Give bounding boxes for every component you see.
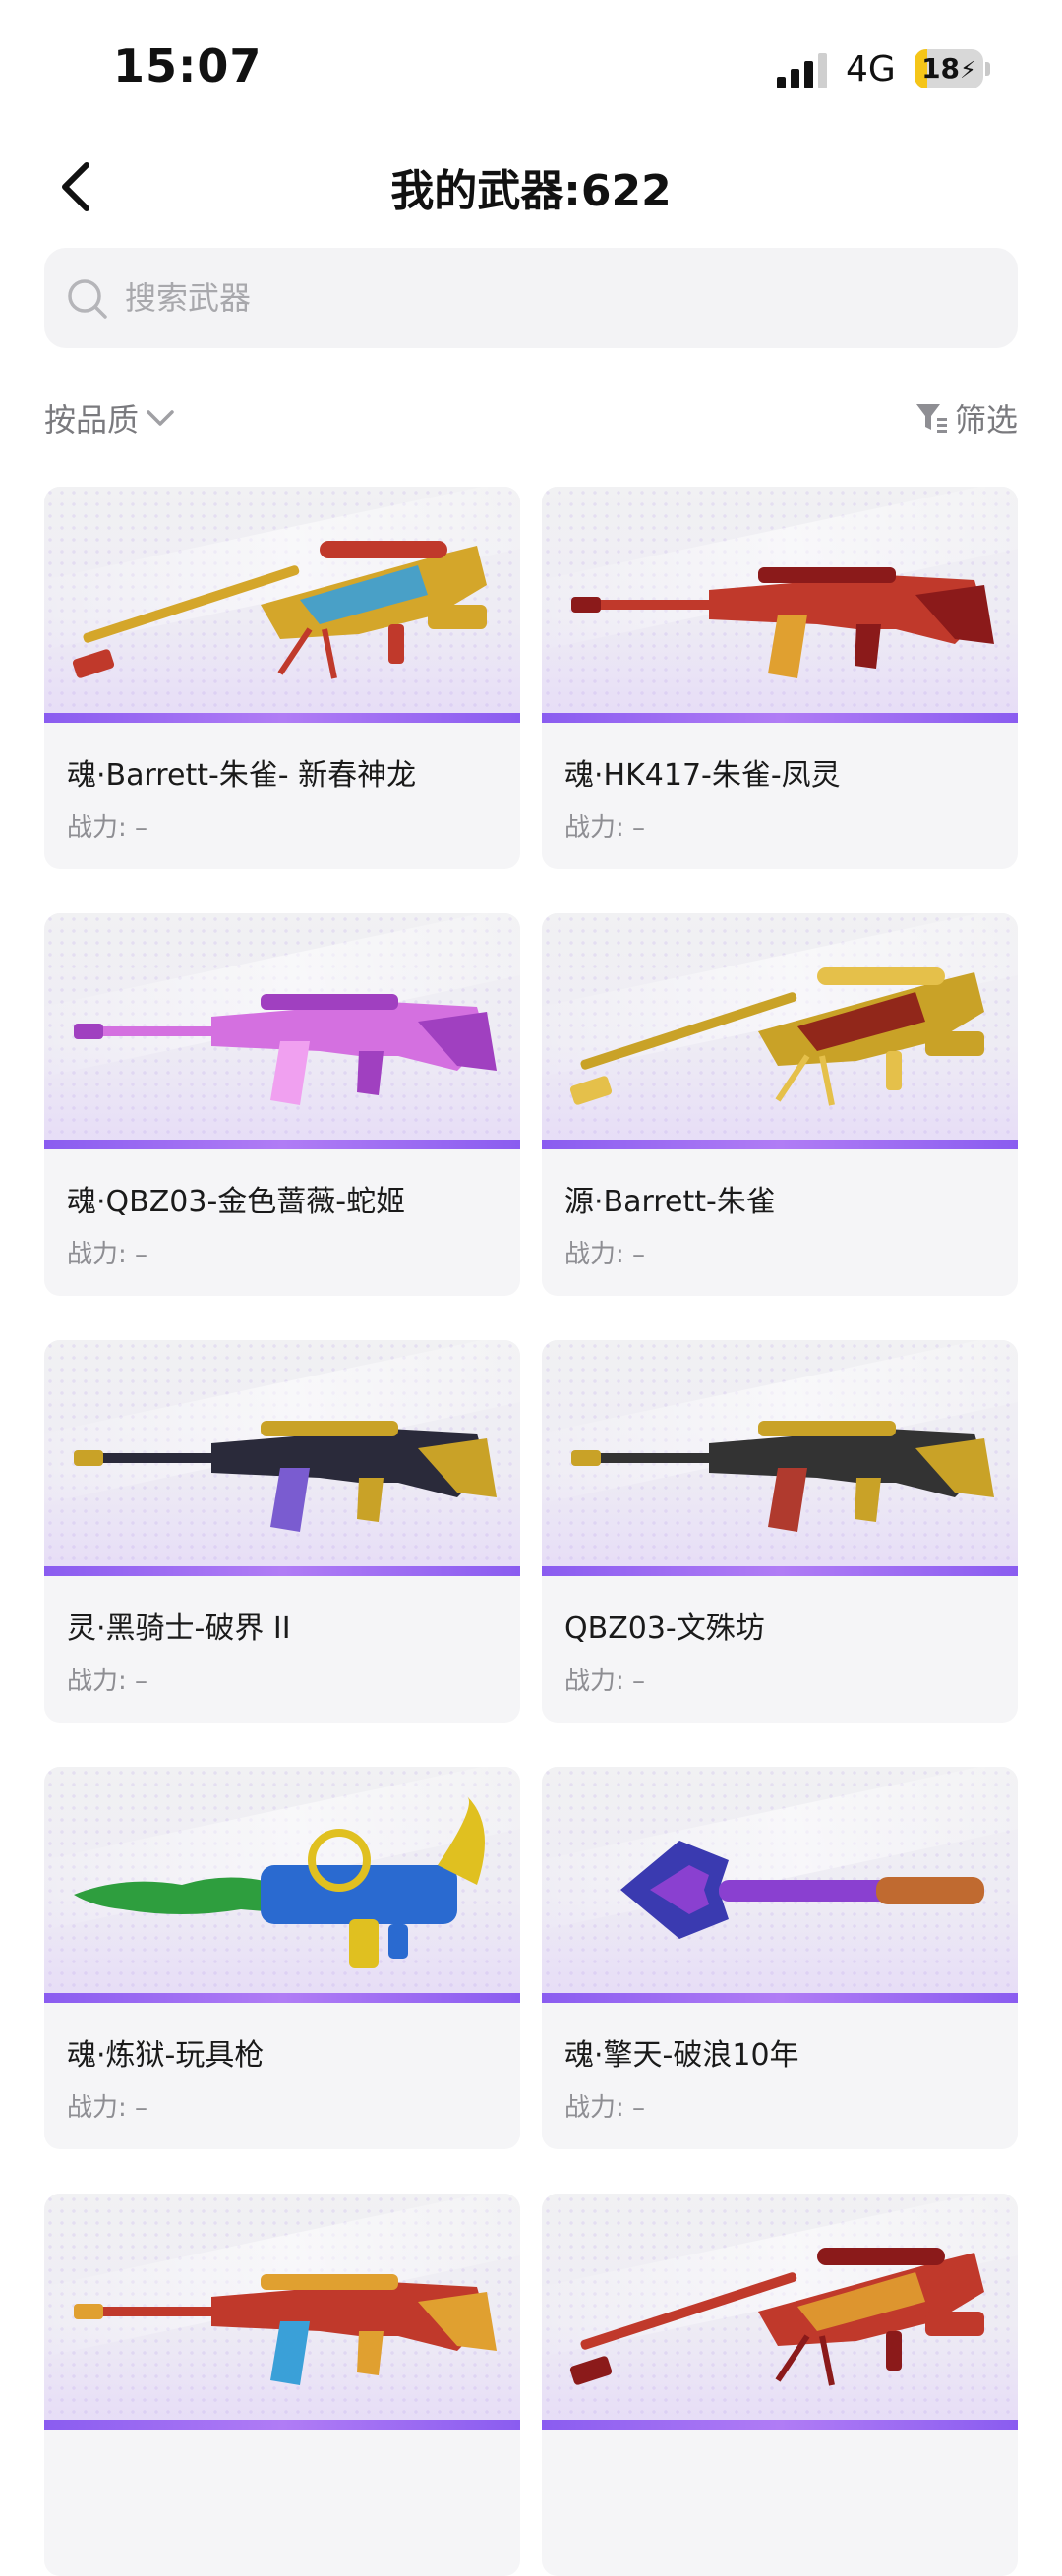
- search-input[interactable]: [115, 248, 1000, 348]
- weapon-card[interactable]: [542, 2194, 1018, 2576]
- weapon-power: 战力: –: [67, 1234, 148, 1270]
- weapon-card[interactable]: 灵·黑骑士-破界 II 战力: –: [44, 1340, 520, 1723]
- rarity-bar: [44, 1140, 520, 1149]
- weapon-icon: [74, 2274, 497, 2385]
- power-label: 战力:: [67, 1240, 127, 1269]
- weapon-image: [44, 487, 520, 723]
- weapon-image: [542, 2194, 1018, 2430]
- power-label: 战力:: [564, 813, 624, 843]
- rarity-bar: [542, 1140, 1018, 1149]
- weapon-card[interactable]: 魂·HK417-朱雀-凤灵 战力: –: [542, 487, 1018, 869]
- power-value: –: [632, 813, 646, 843]
- rarity-bar: [44, 1993, 520, 2003]
- weapon-name: 灵·黑骑士-破界 II: [67, 1611, 291, 1646]
- weapon-card[interactable]: 魂·QBZ03-金色蔷薇-蛇姬 战力: –: [44, 913, 520, 1296]
- weapon-name: 魂·HK417-朱雀-凤灵: [564, 758, 841, 792]
- weapon-icon: [74, 994, 497, 1105]
- weapon-power: 战力: –: [67, 2087, 148, 2124]
- weapon-power: 战力: –: [67, 807, 148, 844]
- battery-percent: 18⚡: [921, 52, 976, 85]
- weapon-card[interactable]: QBZ03-文殊坊 战力: –: [542, 1340, 1018, 1723]
- weapon-power: 战力: –: [564, 1661, 645, 1697]
- weapon-name: QBZ03-文殊坊: [564, 1611, 765, 1646]
- rarity-bar: [542, 1566, 1018, 1576]
- weapon-name: 魂·擎天-破浪10年: [564, 2038, 799, 2073]
- weapon-name: 源·Barrett-朱雀: [564, 1185, 776, 1219]
- weapon-image: [44, 2194, 520, 2430]
- weapon-icon: [620, 1841, 984, 1939]
- weapon-name: 魂·Barrett-朱雀- 新春神龙: [67, 758, 417, 792]
- weapon-icon: [569, 967, 984, 1106]
- search-icon: [68, 279, 107, 319]
- power-label: 战力:: [67, 2093, 127, 2123]
- rarity-bar: [542, 2420, 1018, 2430]
- power-label: 战力:: [564, 2093, 624, 2123]
- power-value: –: [632, 1667, 646, 1696]
- battery-icon: 18⚡: [914, 49, 991, 90]
- weapon-icon: [571, 1421, 994, 1532]
- power-value: –: [135, 1240, 148, 1269]
- weapon-image: [44, 913, 520, 1149]
- weapon-image: [542, 487, 1018, 723]
- rarity-bar: [44, 713, 520, 723]
- weapon-icon: [571, 567, 994, 678]
- filter-label: 筛选: [954, 401, 1018, 439]
- weapon-image: [542, 1340, 1018, 1576]
- weapon-image: [542, 1767, 1018, 2003]
- status-bar: 15:07 4G 18⚡: [0, 0, 1062, 138]
- sort-label: 按品质: [44, 401, 140, 439]
- weapon-name: 魂·炼狱-玩具枪: [67, 2038, 265, 2073]
- rarity-bar: [542, 713, 1018, 723]
- weapon-image: [44, 1767, 520, 2003]
- weapon-icon: [569, 2248, 984, 2386]
- weapon-icon: [74, 1421, 497, 1532]
- filter-button[interactable]: 筛选: [914, 393, 1018, 442]
- rarity-bar: [44, 1566, 520, 1576]
- power-label: 战力:: [67, 1667, 127, 1696]
- weapon-card[interactable]: 魂·炼狱-玩具枪 战力: –: [44, 1767, 520, 2149]
- weapon-power: 战力: –: [564, 2087, 645, 2124]
- weapon-card[interactable]: 源·Barrett-朱雀 战力: –: [542, 913, 1018, 1296]
- weapon-icon: [74, 1796, 485, 1968]
- signal-icon: [777, 53, 827, 88]
- rarity-bar: [542, 1993, 1018, 2003]
- power-value: –: [135, 1667, 148, 1696]
- search-box[interactable]: [44, 248, 1018, 348]
- power-label: 战力:: [564, 1240, 624, 1269]
- status-time: 15:07: [113, 39, 263, 92]
- weapon-image: [542, 913, 1018, 1149]
- rarity-bar: [44, 2420, 520, 2430]
- filter-icon: [915, 404, 947, 433]
- weapon-name: 魂·QBZ03-金色蔷薇-蛇姬: [67, 1185, 406, 1219]
- power-value: –: [135, 2093, 148, 2123]
- weapon-card[interactable]: 魂·擎天-破浪10年 战力: –: [542, 1767, 1018, 2149]
- weapon-power: 战力: –: [564, 1234, 645, 1270]
- weapon-image: [44, 1340, 520, 1576]
- page-title: 我的武器:622: [390, 166, 672, 216]
- power-value: –: [135, 813, 148, 843]
- weapon-power: 战力: –: [564, 807, 645, 844]
- weapon-icon: [72, 541, 487, 679]
- power-value: –: [632, 1240, 646, 1269]
- weapon-card[interactable]: 魂·Barrett-朱雀- 新春神龙 战力: –: [44, 487, 520, 869]
- charging-bolt-icon: ⚡: [960, 56, 976, 84]
- chevron-down-icon: [147, 410, 174, 426]
- power-value: –: [632, 2093, 646, 2123]
- weapon-power: 战力: –: [67, 1661, 148, 1697]
- power-label: 战力:: [67, 813, 127, 843]
- sort-dropdown[interactable]: 按品质: [44, 393, 176, 442]
- weapon-card[interactable]: [44, 2194, 520, 2576]
- power-label: 战力:: [564, 1667, 624, 1696]
- network-label: 4G: [846, 49, 896, 89]
